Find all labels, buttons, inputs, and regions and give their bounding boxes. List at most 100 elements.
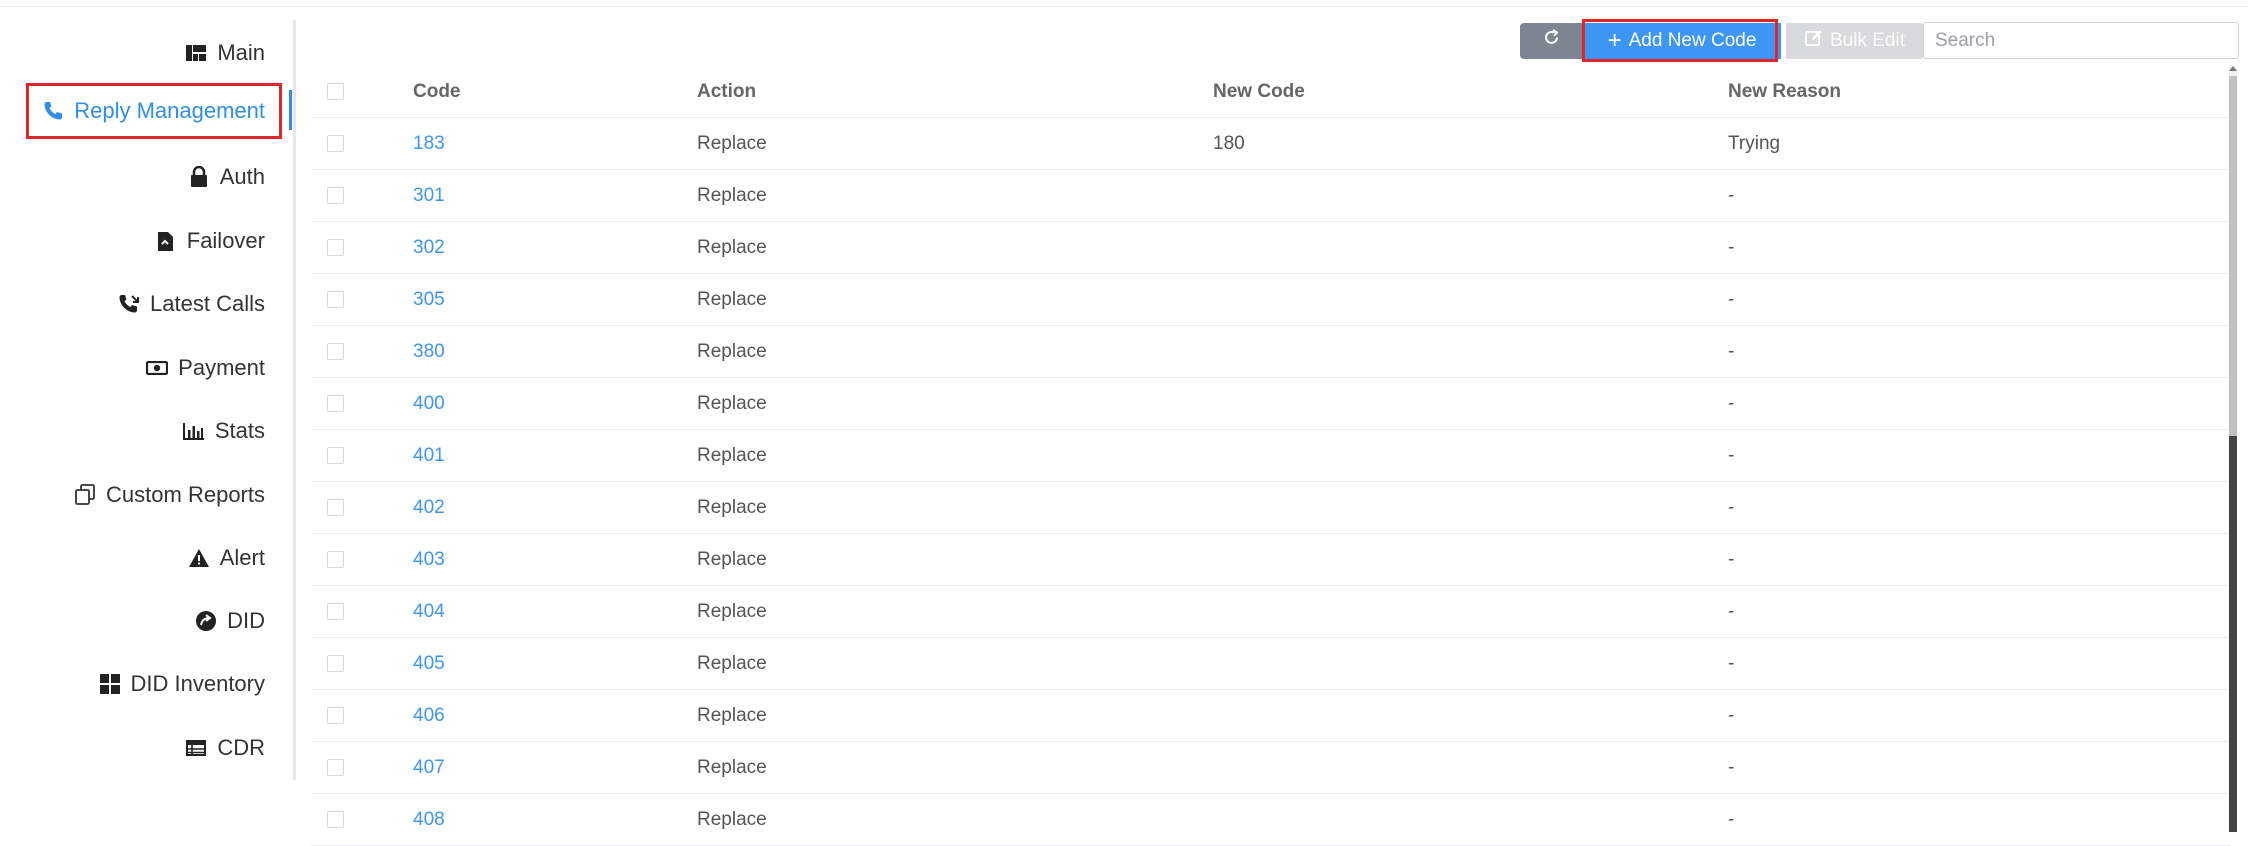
new-reason-cell: - [1728,341,1735,362]
table-row[interactable]: 400 Replace - [311,378,2231,430]
sidebar-item-label: Stats [214,418,265,443]
sidebar-item-did-inventory[interactable]: DID Inventory [98,661,266,707]
sidebar-item-latest-calls[interactable]: Latest Calls [117,281,265,327]
row-checkbox[interactable] [327,811,344,828]
sidebar-item-label: Reply Management [74,98,265,123]
code-link[interactable]: 405 [413,638,445,689]
scroll-up-arrow[interactable] [2229,66,2237,71]
code-link[interactable]: 401 [413,430,445,481]
column-header-action[interactable]: Action [697,66,756,117]
new-reason-cell: - [1728,237,1735,258]
sidebar-item-alert[interactable]: Alert [187,535,265,581]
money-icon [145,356,169,380]
sidebar-item-main[interactable]: Main [184,30,265,76]
column-header-new-reason[interactable]: New Reason [1728,66,1841,117]
sidebar-item-reply-management[interactable]: Reply Management [41,88,292,134]
row-checkbox[interactable] [327,187,344,204]
phone-log-icon [117,292,141,316]
table-header: Code Action New Code New Reason [311,66,2231,118]
new-reason-cell: - [1728,653,1735,674]
select-all-checkbox[interactable] [327,83,344,100]
row-checkbox[interactable] [327,447,344,464]
action-cell: Replace [697,341,767,362]
sidebar-item-label: DID Inventory [130,671,266,696]
sidebar-item-auth[interactable]: Auth [187,154,265,200]
row-checkbox[interactable] [327,707,344,724]
sidebar-item-custom-reports[interactable]: Custom Reports [73,472,265,518]
row-checkbox[interactable] [327,291,344,308]
table-row[interactable]: 402 Replace - [311,482,2231,534]
row-checkbox[interactable] [327,343,344,360]
row-checkbox[interactable] [327,239,344,256]
table-row[interactable]: 401 Replace - [311,430,2231,482]
table-row[interactable]: 407 Replace - [311,742,2231,794]
edit-icon [1805,29,1823,53]
row-checkbox[interactable] [327,395,344,412]
row-checkbox[interactable] [327,135,344,152]
new-reason-cell: - [1728,549,1735,570]
code-link[interactable]: 404 [413,586,445,637]
sidebar-item-label: Latest Calls [150,291,265,316]
code-link[interactable]: 305 [413,274,445,325]
code-link[interactable]: 408 [413,794,445,845]
sidebar-item-label: Main [217,40,265,65]
sidebar-item-payment[interactable]: Payment [145,345,265,391]
action-cell: Replace [697,185,767,206]
refresh-icon [1543,29,1560,52]
action-cell: Replace [697,133,767,154]
bulk-edit-label: Bulk Edit [1830,29,1905,51]
code-link[interactable]: 400 [413,378,445,429]
code-link[interactable]: 183 [413,118,445,169]
sidebar-item-cdr[interactable]: CDR [184,725,265,771]
bar-chart-icon [182,419,206,443]
warning-icon [187,546,211,570]
row-checkbox[interactable] [327,603,344,620]
sidebar-item-did[interactable]: DID [194,598,265,644]
column-header-code[interactable]: Code [413,66,461,117]
code-link[interactable]: 406 [413,690,445,741]
sidebar-item-label: Auth [219,164,265,189]
table-row[interactable]: 301 Replace - [311,170,2231,222]
search-input[interactable] [1923,22,2239,59]
table-row[interactable]: 305 Replace - [311,274,2231,326]
sidebar-item-failover[interactable]: Failover [154,218,265,264]
grid-icon [98,672,122,696]
table-row[interactable]: 408 Replace - [311,794,2231,846]
action-cell: Replace [697,809,767,830]
scrollbar-thumb[interactable] [2229,76,2237,436]
dashboard-icon [184,41,208,65]
scrollbar[interactable] [2229,66,2237,832]
column-header-new-code[interactable]: New Code [1213,66,1305,117]
table-row[interactable]: 403 Replace - [311,534,2231,586]
code-link[interactable]: 302 [413,222,445,273]
code-link[interactable]: 407 [413,742,445,793]
table-row[interactable]: 404 Replace - [311,586,2231,638]
refresh-button[interactable] [1520,22,1583,59]
table-row[interactable]: 183 Replace 180 Trying [311,118,2231,170]
new-reason-cell: Trying [1728,133,1781,154]
new-reason-cell: - [1728,289,1735,310]
plus-icon: + [1607,26,1622,54]
table-row[interactable]: 406 Replace - [311,690,2231,742]
table-row[interactable]: 405 Replace - [311,638,2231,690]
scrollbar-track [2229,436,2237,832]
row-checkbox[interactable] [327,759,344,776]
action-cell: Replace [697,601,767,622]
copy-icon [73,483,97,507]
code-link[interactable]: 402 [413,482,445,533]
table-row[interactable]: 380 Replace - [311,326,2231,378]
bulk-edit-button[interactable]: Bulk Edit [1786,22,1924,59]
row-checkbox[interactable] [327,499,344,516]
action-cell: Replace [697,757,767,778]
sidebar: Main Reply Management Auth Failover Late… [0,0,297,832]
row-checkbox[interactable] [327,551,344,568]
action-cell: Replace [697,289,767,310]
row-checkbox[interactable] [327,655,344,672]
table-row[interactable]: 302 Replace - [311,222,2231,274]
code-link[interactable]: 301 [413,170,445,221]
sidebar-item-stats[interactable]: Stats [182,408,265,454]
code-link[interactable]: 380 [413,326,445,377]
add-new-code-button[interactable]: + Add New Code [1583,22,1781,59]
action-cell: Replace [697,653,767,674]
code-link[interactable]: 403 [413,534,445,585]
